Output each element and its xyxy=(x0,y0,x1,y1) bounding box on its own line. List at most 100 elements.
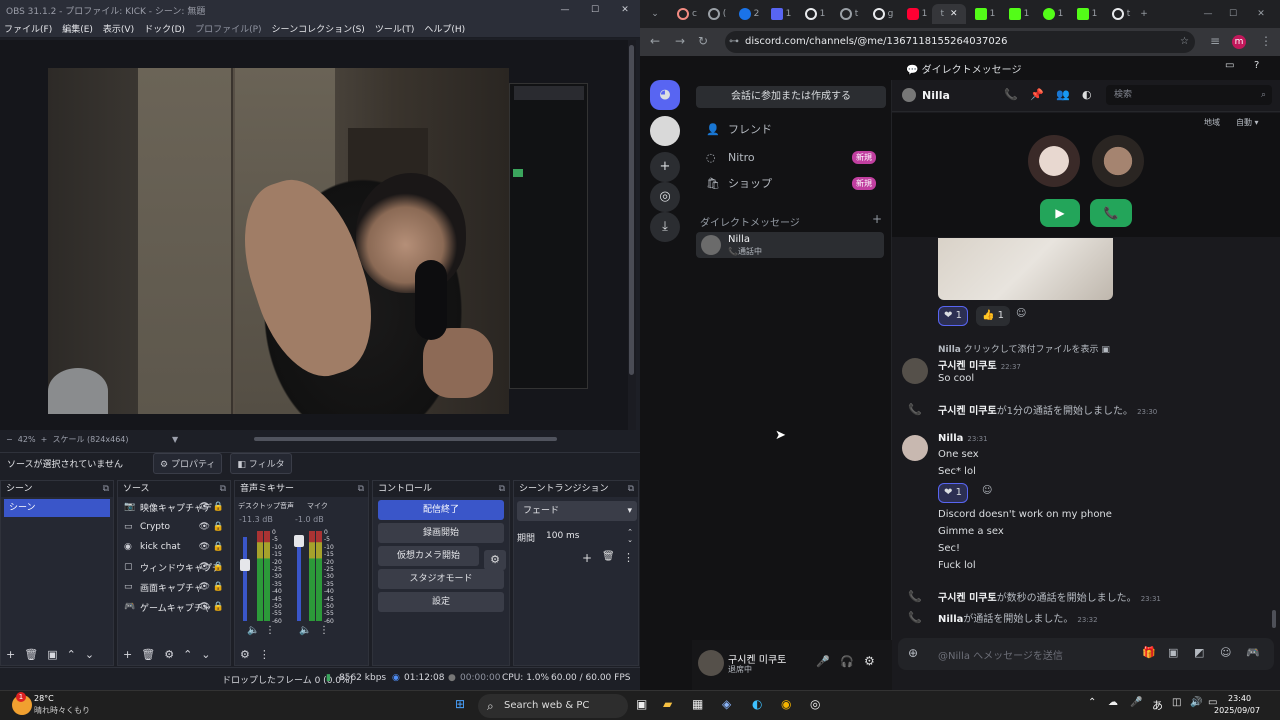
heart-reaction[interactable]: ❤ 1 xyxy=(938,483,968,503)
inbox-icon[interactable]: ▭ xyxy=(1225,60,1234,71)
nav-nitro[interactable]: ◌ Nitro 新規 xyxy=(700,146,886,168)
dock-menu-icon[interactable]: ⧉ xyxy=(103,481,109,497)
search-input[interactable]: 検索 ⌕ xyxy=(1106,85,1272,105)
more-icon[interactable]: ⋮ xyxy=(259,648,270,661)
network-icon[interactable]: ◫ xyxy=(1172,697,1181,708)
participant-avatar[interactable] xyxy=(1028,135,1080,187)
tab[interactable]: g xyxy=(868,4,898,24)
lock-icon[interactable]: 🔒 xyxy=(213,582,224,592)
nav-shop[interactable]: 🛍 ショップ 新規 xyxy=(700,172,886,194)
lock-icon[interactable]: 🔒 xyxy=(213,522,224,532)
pin-icon[interactable]: 📌 xyxy=(1030,88,1044,101)
source-item[interactable]: 🎮 ゲームキャプチャ 👁 🔒 xyxy=(118,597,230,617)
start-recording-button[interactable]: 録画開始 xyxy=(378,523,504,543)
back-icon[interactable]: ← xyxy=(650,34,660,48)
video-icon[interactable]: ▶ xyxy=(1040,199,1080,227)
chrome-icon[interactable]: ◉ xyxy=(781,697,791,711)
lock-icon[interactable]: 🔒 xyxy=(213,502,224,512)
speaker-icon[interactable]: 🔈 xyxy=(299,625,311,636)
new-dm-button[interactable]: + xyxy=(872,212,882,226)
mic-icon[interactable]: 🎤 xyxy=(816,655,830,668)
tab-active[interactable]: t ✕ xyxy=(932,4,966,24)
gear-icon[interactable]: ⚙ xyxy=(164,648,174,661)
chevron-down-icon[interactable]: ▼ xyxy=(172,435,178,444)
move-up-icon[interactable]: ⌃ xyxy=(67,648,76,661)
trash-icon[interactable]: 🗑 xyxy=(602,551,615,562)
desktop-volume-slider[interactable] xyxy=(243,537,247,621)
participant-avatar[interactable] xyxy=(1092,135,1144,187)
clock-time[interactable]: 23:40 xyxy=(1228,694,1251,703)
maximize-icon[interactable]: ☐ xyxy=(1218,4,1248,24)
tab[interactable]: 1 xyxy=(902,4,932,24)
duration-input[interactable]: 100 ms ⌃ ⌄ xyxy=(542,526,637,546)
chat-scrollbar[interactable] xyxy=(1272,610,1276,628)
server-avatar[interactable] xyxy=(650,116,680,146)
avatar[interactable] xyxy=(902,358,928,384)
tab[interactable]: t xyxy=(1106,4,1136,24)
source-item[interactable]: ▢ ウィンドウキャプチ 👁 🔒 xyxy=(118,557,230,577)
menu-icon[interactable]: ⋮ xyxy=(1260,34,1272,48)
settings-button[interactable]: 設定 xyxy=(378,592,504,612)
dock-menu-icon[interactable]: ⧉ xyxy=(358,481,364,497)
add-attachment-icon[interactable]: ⊕ xyxy=(908,646,918,660)
join-conversation-button[interactable]: 会話に参加または作成する xyxy=(696,86,886,108)
eye-icon[interactable]: 👁 xyxy=(199,542,210,552)
move-down-icon[interactable]: ⌄ xyxy=(201,648,210,661)
zoom-out-button[interactable]: − xyxy=(6,435,18,444)
lock-icon[interactable]: 🔒 xyxy=(213,562,224,572)
mic-slider-handle[interactable] xyxy=(294,535,304,547)
lock-icon[interactable]: 🔒 xyxy=(213,542,224,552)
add-server-icon[interactable]: + xyxy=(650,152,680,182)
copilot-icon[interactable]: ◈ xyxy=(722,697,731,711)
start-virtual-camera-button[interactable]: 仮想カメラ開始 xyxy=(378,546,479,566)
tab[interactable]: 1 xyxy=(766,4,796,24)
tab[interactable]: ( xyxy=(702,4,732,24)
gear-icon[interactable]: ⚙ xyxy=(864,654,875,668)
minimize-icon[interactable]: — xyxy=(550,0,580,20)
tab-search-icon[interactable]: ⌄ xyxy=(644,4,666,24)
profile-icon[interactable]: ◐ xyxy=(1082,88,1092,101)
preview-scrollbar[interactable] xyxy=(628,40,636,430)
volume-icon[interactable]: 🔊 xyxy=(1190,697,1202,708)
obs-icon[interactable]: ◎ xyxy=(810,697,820,711)
menu-help[interactable]: ヘルプ(H) xyxy=(424,22,465,35)
speaker-icon[interactable]: 🔈 xyxy=(247,625,259,636)
menu-edit[interactable]: 編集(E) xyxy=(62,22,93,35)
add-reaction-icon[interactable]: ☺ xyxy=(1016,308,1026,319)
site-info-icon[interactable]: ⊶ xyxy=(729,31,739,53)
source-item[interactable]: ▭ 画面キャプチャ 👁 🔒 xyxy=(118,577,230,597)
task-view-icon[interactable]: ▣ xyxy=(636,697,647,711)
ime-indicator[interactable]: あ xyxy=(1152,697,1163,713)
edge-icon[interactable]: ◐ xyxy=(752,697,762,711)
mic-icon[interactable]: 🎤 xyxy=(1130,697,1142,708)
tab[interactable]: t xyxy=(834,4,864,24)
trash-icon[interactable]: 🗑 xyxy=(24,648,38,661)
media-icon[interactable]: ≡ xyxy=(1210,34,1220,48)
menu-view[interactable]: 表示(V) xyxy=(103,22,134,35)
tab[interactable]: 1 xyxy=(1072,4,1102,24)
image-attachment[interactable] xyxy=(938,238,1113,300)
phone-icon[interactable]: 📞 xyxy=(1004,88,1018,101)
tab[interactable]: 1 xyxy=(1038,4,1068,24)
tab[interactable]: 1 xyxy=(1004,4,1034,24)
scene-item[interactable]: シーン xyxy=(4,499,110,517)
zoom-in-button[interactable]: + xyxy=(36,435,53,444)
clock-date[interactable]: 2025/09/07 xyxy=(1214,706,1260,715)
add-reaction-icon[interactable]: ☺ xyxy=(982,485,992,496)
eye-icon[interactable]: 👁 xyxy=(199,562,210,572)
discord-home-icon[interactable]: ◕ xyxy=(650,80,680,110)
thumbs-up-reaction[interactable]: 👍 1 xyxy=(976,306,1011,326)
eye-icon[interactable]: 👁 xyxy=(199,602,210,612)
windows-start-icon[interactable]: ⊞ xyxy=(455,697,465,711)
close-icon[interactable]: ✕ xyxy=(610,0,640,20)
stop-streaming-button[interactable]: 配信終了 xyxy=(378,500,504,520)
onedrive-icon[interactable]: ☁ xyxy=(1108,697,1118,708)
horizontal-scrollbar[interactable] xyxy=(254,437,557,441)
eye-icon[interactable]: 👁 xyxy=(199,522,210,532)
gear-icon[interactable]: ⚙ xyxy=(484,550,506,570)
filters-button[interactable]: ◧ フィルタ xyxy=(230,453,292,474)
headphones-icon[interactable]: 🎧 xyxy=(840,655,854,668)
discover-icon[interactable]: ◎ xyxy=(650,182,680,212)
tab[interactable]: 1 xyxy=(800,4,830,24)
menu-file[interactable]: ファイル(F) xyxy=(4,22,52,35)
